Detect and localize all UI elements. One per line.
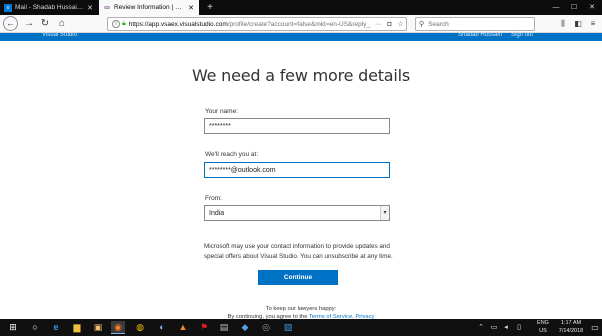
volume-icon[interactable]: ◂ xyxy=(500,319,512,336)
start-icon[interactable]: ⊞ xyxy=(6,321,20,334)
clock-time: 1:17 AM xyxy=(560,320,582,326)
url-host: https://app.vsaex.visualstudio.com xyxy=(128,20,228,28)
site-header: Visual Studio Shadab Hussain Sign out xyxy=(0,31,602,41)
reload-button[interactable]: ↻ xyxy=(37,16,53,32)
store-icon[interactable]: ▣ xyxy=(91,321,105,334)
file-explorer-icon[interactable]: ▆ xyxy=(70,321,84,334)
tab-outlook-mail[interactable]: o Mail - Shadab Hussain - Outlo ✕ xyxy=(0,0,98,15)
search-input[interactable]: ⚲ Search xyxy=(415,17,535,31)
notifications-icon[interactable]: ▭ xyxy=(589,319,601,336)
acrobat-icon[interactable]: ⚑ xyxy=(197,321,211,334)
taskbar: ⊞ ○ e ▆ ▣ ◉ ◍ ◐ ▲ ⚑ ▤ ◆ ◎ ▧ ⌃ ▭ ◂ ▯ ENG … xyxy=(0,319,602,336)
app-icon[interactable]: ▧ xyxy=(281,321,295,334)
maximize-icon[interactable]: ☐ xyxy=(566,0,582,15)
cortana-icon[interactable]: ○ xyxy=(28,321,42,334)
tab-strip: o Mail - Shadab Hussain - Outlo ✕ ∞ Revi… xyxy=(0,0,602,15)
app-icon[interactable]: ◐ xyxy=(155,321,169,334)
chevron-down-icon[interactable]: ▾ xyxy=(380,206,389,220)
vlc-icon[interactable]: ▲ xyxy=(176,321,190,334)
sidebar-icon[interactable]: ◧ xyxy=(571,17,585,31)
contact-disclaimer: Microsoft may use your contact informati… xyxy=(204,243,393,260)
forward-button[interactable]: → xyxy=(21,16,37,32)
page-actions-icon[interactable]: ··· xyxy=(373,21,384,28)
library-icon[interactable]: ⫼ xyxy=(556,17,570,31)
url-text[interactable]: https://app.vsaex.visualstudio.com/profi… xyxy=(129,21,373,28)
search-placeholder: Search xyxy=(428,20,449,28)
app-icon[interactable]: ◎ xyxy=(259,321,273,334)
sign-out-link[interactable]: Sign out xyxy=(511,31,533,39)
country-label: From: xyxy=(205,195,222,202)
visual-studio-icon: ∞ xyxy=(104,3,110,12)
chevron-up-icon[interactable]: ⌃ xyxy=(474,319,488,336)
firefox-icon[interactable]: ◉ xyxy=(111,321,125,334)
user-name[interactable]: Shadab Hussain xyxy=(458,31,502,39)
close-icon[interactable]: ✕ xyxy=(187,4,195,12)
main-content: We need a few more details Your name: **… xyxy=(0,41,602,320)
back-button[interactable]: ← xyxy=(3,16,18,31)
email-field[interactable]: ********@outlook.com xyxy=(204,162,390,178)
network-icon[interactable]: ▭ xyxy=(488,319,500,336)
address-bar[interactable]: i 🔒︎ https://app.vsaex.visualstudio.com/… xyxy=(107,17,407,31)
app-icon[interactable]: ▤ xyxy=(217,321,231,334)
menu-icon[interactable]: ≡ xyxy=(586,17,600,31)
country-select[interactable]: India ▾ xyxy=(204,205,390,221)
chrome-icon[interactable]: ◍ xyxy=(133,321,147,334)
tab-title: Review Information | Microsoft xyxy=(114,4,185,11)
tab-title: Mail - Shadab Hussain - Outlo xyxy=(15,4,84,11)
new-tab-button[interactable]: + xyxy=(203,0,217,15)
clock-date: 7/14/2018 xyxy=(558,328,584,334)
language-code: ENG xyxy=(537,320,549,326)
country-value: India xyxy=(209,210,225,217)
lock-icon: 🔒︎ xyxy=(122,20,126,27)
home-button[interactable]: ⌂ xyxy=(54,16,70,32)
brand-link[interactable]: Visual Studio xyxy=(42,31,77,39)
app-icon[interactable]: ◆ xyxy=(238,321,252,334)
page-title: We need a few more details xyxy=(191,66,411,85)
close-icon[interactable]: ✕ xyxy=(86,4,94,12)
url-path: /profile/create?account=false&mkt=en-US&… xyxy=(227,20,371,28)
email-label: We'll reach you at: xyxy=(205,151,259,158)
info-icon[interactable]: i xyxy=(112,20,120,28)
battery-icon[interactable]: ▯ xyxy=(513,319,525,336)
close-window-icon[interactable]: ✕ xyxy=(584,0,600,15)
clock[interactable]: 1:17 AM 7/14/2018 xyxy=(554,319,588,336)
edge-icon[interactable]: e xyxy=(49,321,63,334)
name-label: Your name: xyxy=(205,108,239,115)
bookmark-star-icon[interactable]: ☆ xyxy=(395,20,406,28)
region-code: US xyxy=(539,328,547,334)
tab-review-information[interactable]: ∞ Review Information | Microsoft ✕ xyxy=(99,0,199,15)
lawyers-note: To keep our lawyers happy: xyxy=(265,306,337,312)
outlook-icon: o xyxy=(4,3,12,12)
pocket-icon[interactable]: ◘ xyxy=(384,21,395,28)
search-icon: ⚲ xyxy=(419,21,425,28)
minimize-icon[interactable]: — xyxy=(548,0,564,15)
language-indicator[interactable]: ENG US xyxy=(533,319,553,336)
continue-button[interactable]: Continue xyxy=(258,270,338,285)
name-field[interactable]: ******** xyxy=(204,118,390,134)
